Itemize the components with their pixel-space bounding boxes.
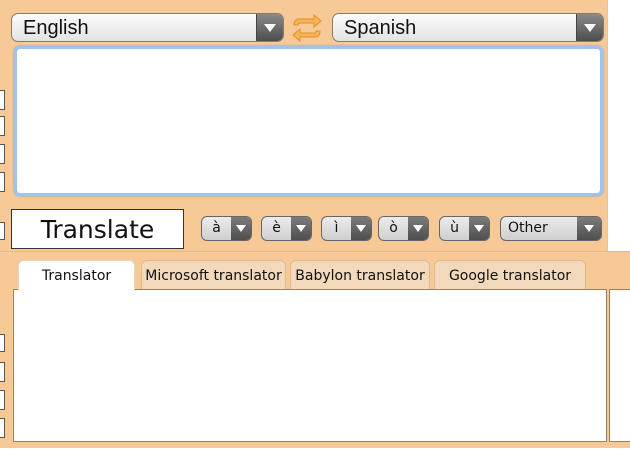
translation-output-panel xyxy=(13,289,607,442)
swap-arrows-icon[interactable] xyxy=(291,13,323,43)
section-divider xyxy=(0,251,630,252)
left-edge-tab xyxy=(0,144,5,164)
tab-translator[interactable]: Translator xyxy=(18,260,135,291)
translate-button[interactable]: Translate xyxy=(11,209,184,249)
left-edge-icon xyxy=(0,390,5,410)
chevron-down-icon[interactable] xyxy=(231,217,251,240)
source-language-value: English xyxy=(23,17,89,39)
other-label: Other xyxy=(508,220,548,236)
target-language-select[interactable]: Spanish xyxy=(332,13,604,42)
accent-e-button[interactable]: è xyxy=(261,216,312,241)
accent-a-label: à xyxy=(212,220,221,236)
tab-microsoft-translator[interactable]: Microsoft translator xyxy=(141,260,286,290)
left-edge-tab xyxy=(0,172,5,192)
chevron-down-icon[interactable] xyxy=(351,217,371,240)
accent-u-label: ù xyxy=(450,220,459,236)
left-edge-tab xyxy=(0,90,5,110)
source-language-select[interactable]: English xyxy=(11,13,284,42)
bottom-bar xyxy=(0,448,630,458)
chevron-down-icon[interactable] xyxy=(576,14,603,41)
tab-babylon-translator[interactable]: Babylon translator xyxy=(290,260,430,290)
accent-i-button[interactable]: ì xyxy=(321,216,372,241)
chevron-down-icon[interactable] xyxy=(256,14,283,41)
left-edge-icon xyxy=(0,334,5,352)
accent-a-button[interactable]: à xyxy=(201,216,252,241)
chevron-down-icon[interactable] xyxy=(291,217,311,240)
side-output-panel xyxy=(609,289,630,442)
chevron-down-icon[interactable] xyxy=(577,217,601,240)
target-language-value: Spanish xyxy=(344,17,417,39)
accent-o-button[interactable]: ò xyxy=(378,216,429,241)
left-edge-tab xyxy=(0,222,5,240)
accent-u-button[interactable]: ù xyxy=(439,216,490,241)
right-edge-panel xyxy=(607,0,630,251)
accent-o-label: ò xyxy=(389,220,398,236)
source-text-input[interactable] xyxy=(14,46,603,196)
chevron-down-icon[interactable] xyxy=(408,217,428,240)
accent-e-label: è xyxy=(272,220,281,236)
left-edge-tab xyxy=(0,116,5,136)
left-edge-icon xyxy=(0,362,5,382)
left-edge-icon xyxy=(0,418,5,438)
accent-i-label: ì xyxy=(334,220,339,236)
other-characters-button[interactable]: Other xyxy=(500,216,602,241)
tab-google-translator[interactable]: Google translator xyxy=(434,260,586,290)
chevron-down-icon[interactable] xyxy=(469,217,489,240)
